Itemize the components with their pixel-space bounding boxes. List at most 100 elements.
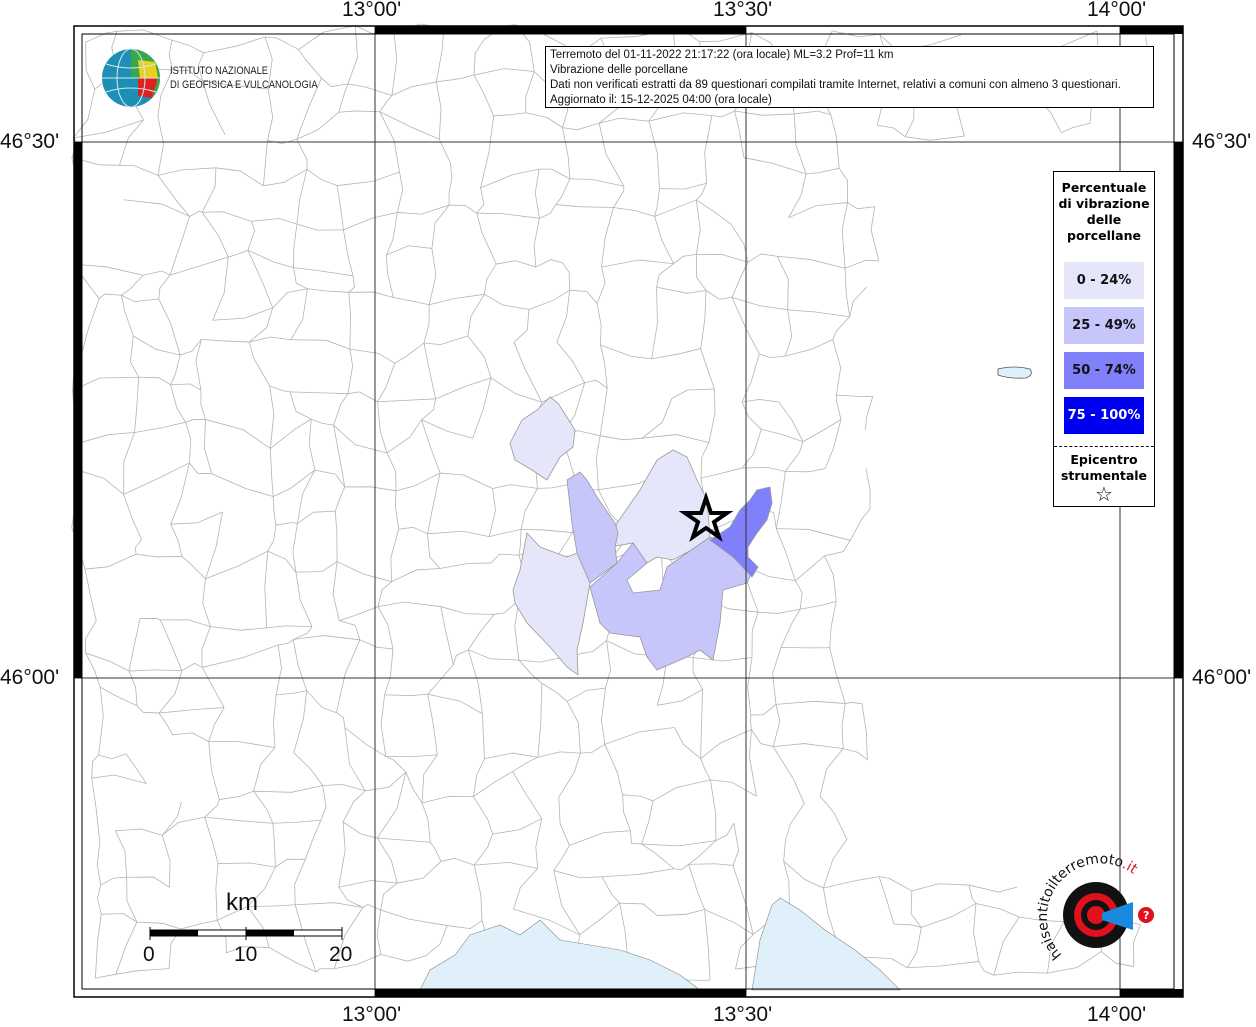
boundary-line <box>604 744 624 795</box>
boundary-line <box>423 335 468 346</box>
legend-epicenter: Epicentro strumentale ☆ <box>1054 452 1154 504</box>
area-0-24[interactable] <box>509 396 576 481</box>
boundary-line <box>776 528 851 541</box>
boundary-line <box>276 690 307 696</box>
boundary-line <box>569 289 598 304</box>
boundary-line <box>320 785 327 821</box>
boundary-line <box>322 784 366 792</box>
boundary-line <box>293 267 308 290</box>
boundary-line <box>795 555 825 582</box>
boundary-line <box>439 562 491 569</box>
boundary-line <box>759 353 786 358</box>
boundary-line <box>267 525 277 552</box>
boundary-line <box>449 204 477 214</box>
boundary-line <box>201 626 211 668</box>
boundary-line <box>993 916 1020 976</box>
boundary-line <box>841 202 848 269</box>
boundary-line <box>440 606 454 665</box>
boundary-line <box>555 204 614 208</box>
boundary-line <box>467 614 495 651</box>
boundary-line <box>266 625 313 629</box>
boundary-line <box>272 288 308 309</box>
boundary-line <box>427 693 483 715</box>
boundary-line <box>674 864 689 871</box>
boundary-line <box>292 523 298 573</box>
boundary-line <box>365 771 407 792</box>
boundary-line <box>829 601 837 648</box>
boundary-line <box>377 601 441 608</box>
boundary-line <box>188 462 212 475</box>
boundary-line <box>877 124 906 138</box>
boundary-line <box>386 245 432 256</box>
boundary-line <box>467 335 492 378</box>
boundary-line <box>170 511 223 525</box>
boundary-line <box>878 876 913 892</box>
boundary-line <box>535 259 563 268</box>
boundary-line <box>170 354 181 385</box>
boundary-line <box>448 177 453 206</box>
boundary-line <box>376 837 398 884</box>
boundary-line <box>123 432 135 495</box>
boundary-line <box>731 296 788 311</box>
boundary-line <box>741 401 762 430</box>
boundary-line <box>535 818 543 869</box>
boundary-line <box>292 639 308 691</box>
boundary-line <box>747 253 778 263</box>
area-0-24[interactable] <box>609 449 711 564</box>
boundary-line <box>566 687 606 702</box>
boundary-line <box>785 339 833 357</box>
boundary-line <box>267 88 274 141</box>
boundary-line <box>468 649 519 661</box>
boundary-line <box>338 880 398 888</box>
boundary-line <box>376 909 382 955</box>
boundary-line <box>921 903 977 928</box>
boundary-line <box>380 909 448 926</box>
boundary-line <box>290 288 308 340</box>
legend-class-50-74: 50 - 74% <box>1064 352 1144 389</box>
boundary-line <box>96 842 102 886</box>
boundary-line <box>136 705 160 714</box>
boundary-line <box>289 391 349 395</box>
boundary-line <box>844 268 851 317</box>
boundary-line <box>332 561 340 621</box>
boundary-line <box>249 336 291 343</box>
boundary-line <box>467 294 485 336</box>
boundary-line <box>348 391 378 403</box>
boundary-line <box>385 756 407 773</box>
boundary-line <box>700 729 752 759</box>
boundary-line <box>473 833 493 866</box>
boundary-line <box>337 171 400 186</box>
event-info-box: Terremoto del 01-11-2022 21:17:22 (ora l… <box>545 46 1154 108</box>
boundary-line <box>100 876 127 886</box>
boundary-line <box>832 316 850 340</box>
boundary-line <box>537 683 543 758</box>
legend-title-line: porcellane <box>1067 228 1141 243</box>
boundary-line <box>169 256 229 276</box>
boundary-line <box>101 913 138 923</box>
boundary-line <box>841 703 846 749</box>
boundary-line <box>783 823 791 862</box>
lat-label-right: 46°30' <box>1192 130 1252 153</box>
boundary-line <box>824 540 851 557</box>
lake <box>997 366 1032 379</box>
boundary-line <box>865 468 871 509</box>
boundary-line <box>513 868 538 910</box>
boundary-line <box>489 528 522 538</box>
boundary-line <box>692 657 703 690</box>
boundary-line <box>421 398 436 421</box>
boundary-line <box>657 689 703 706</box>
boundary-line <box>641 434 710 443</box>
boundary-line <box>780 646 830 649</box>
boundary-line <box>272 823 276 868</box>
boundary-line <box>596 303 602 346</box>
boundary-line <box>800 600 837 610</box>
boundary-line <box>386 212 398 256</box>
boundary-line <box>344 727 366 791</box>
boundary-line <box>380 694 387 757</box>
intensity-areas <box>509 396 773 676</box>
boundary-line <box>440 472 493 489</box>
boundary-line <box>138 376 171 385</box>
boundary-line <box>492 818 542 835</box>
boundary-line <box>201 167 217 213</box>
boundary-line <box>115 968 170 975</box>
